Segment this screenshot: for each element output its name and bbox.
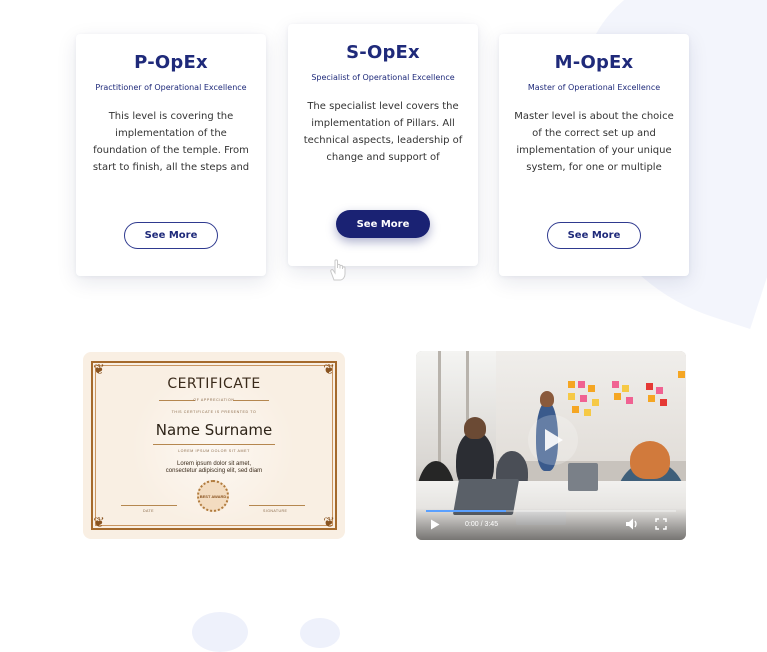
see-more-button[interactable]: See More — [547, 222, 641, 249]
card-description: The specialist level covers the implemen… — [303, 101, 463, 163]
background-shape-bottom-right — [300, 618, 340, 648]
card-title: M-OpEx — [554, 52, 634, 73]
card-description: This level is covering the implementatio… — [92, 111, 250, 173]
video-scene-person — [540, 391, 554, 407]
sticky-note — [584, 409, 591, 416]
card-description: Master level is about the choice of the … — [514, 111, 674, 173]
sticky-note — [678, 371, 685, 378]
video-controls-bar — [416, 508, 686, 540]
sticky-note — [592, 399, 599, 406]
certificate-description-line: Lorem ipsum dolor sit amet, — [176, 461, 252, 467]
see-more-button[interactable]: See More — [336, 210, 430, 238]
card-title: P-OpEx — [134, 52, 208, 73]
video-scene-window-frame — [438, 351, 441, 471]
fullscreen-icon — [655, 518, 667, 530]
video-time: 0:00 / 3:45 — [465, 521, 499, 528]
sticky-note — [622, 385, 629, 392]
certificate-presented-line: THIS CERTIFICATE IS PRESENTED TO — [171, 410, 257, 414]
certificate-image: ❦ ❦ ❦ ❦ CERTIFICATE OF APPRECIATION THIS… — [83, 352, 345, 539]
certificate-title: CERTIFICATE — [167, 376, 261, 392]
certificate-seal-icon: BEST AWARD — [197, 480, 229, 512]
card-title: S-OpEx — [346, 42, 420, 63]
video-scene-person — [464, 417, 486, 439]
sticky-note — [578, 381, 585, 388]
corner-ornament-icon: ❦ — [93, 514, 105, 530]
card-subtitle: Master of Operational Excellence — [527, 83, 661, 92]
see-more-button[interactable]: See More — [124, 222, 218, 249]
sticky-note — [568, 381, 575, 388]
sticky-note — [646, 383, 653, 390]
sticky-note — [656, 387, 663, 394]
certificate-seal-text: BEST AWARD — [199, 493, 227, 499]
certificate-date-label: DATE — [143, 509, 154, 513]
video-progress-bar[interactable] — [426, 510, 676, 512]
certificate-of-line: OF APPRECIATION — [193, 398, 235, 402]
course-card-s-opex: S-OpEx Specialist of Operational Excelle… — [288, 24, 478, 266]
card-subtitle: Practitioner of Operational Excellence — [95, 83, 247, 92]
sticky-note — [660, 399, 667, 406]
sticky-note — [568, 393, 575, 400]
video-scene-laptop — [568, 463, 598, 491]
video-scene-person — [630, 441, 670, 479]
volume-button[interactable] — [625, 517, 639, 531]
course-card-p-opex: P-OpEx Practitioner of Operational Excel… — [76, 34, 266, 276]
play-icon — [431, 519, 440, 529]
certificate-sub-name: LOREM IPSUM DOLOR SIT AMET — [178, 449, 250, 453]
big-play-icon — [545, 429, 563, 451]
sticky-note — [626, 397, 633, 404]
certificate-signature-label: SIGNATURE — [263, 509, 288, 513]
sticky-note — [648, 395, 655, 402]
certificate-description: Lorem ipsum dolor sit amet, consectetur … — [83, 461, 345, 475]
certificate-name-underline — [153, 444, 275, 445]
video-progress-fill — [426, 510, 506, 512]
card-subtitle: Specialist of Operational Excellence — [311, 73, 455, 82]
big-play-button[interactable] — [528, 415, 578, 465]
certificate-recipient-name: Name Surname — [155, 421, 273, 439]
sticky-note — [588, 385, 595, 392]
corner-ornament-icon: ❦ — [323, 361, 335, 377]
certificate-divider — [233, 400, 269, 401]
sticky-note — [572, 406, 579, 413]
sticky-note — [612, 381, 619, 388]
course-card-m-opex: M-OpEx Master of Operational Excellence … — [499, 34, 689, 276]
certificate-description-line: consectetur adipiscing elit, sed diam — [165, 468, 263, 474]
background-shape-bottom-left — [192, 612, 248, 652]
sticky-note — [614, 393, 621, 400]
hand-cursor-icon — [330, 259, 346, 281]
play-button[interactable] — [428, 517, 442, 531]
signature-line — [249, 505, 305, 506]
date-line — [121, 505, 177, 506]
corner-ornament-icon: ❦ — [93, 361, 105, 377]
volume-icon — [626, 518, 637, 530]
sticky-note — [580, 395, 587, 402]
fullscreen-button[interactable] — [654, 517, 668, 531]
corner-ornament-icon: ❦ — [323, 514, 335, 530]
video-player[interactable]: 0:00 / 3:45 — [416, 351, 686, 540]
